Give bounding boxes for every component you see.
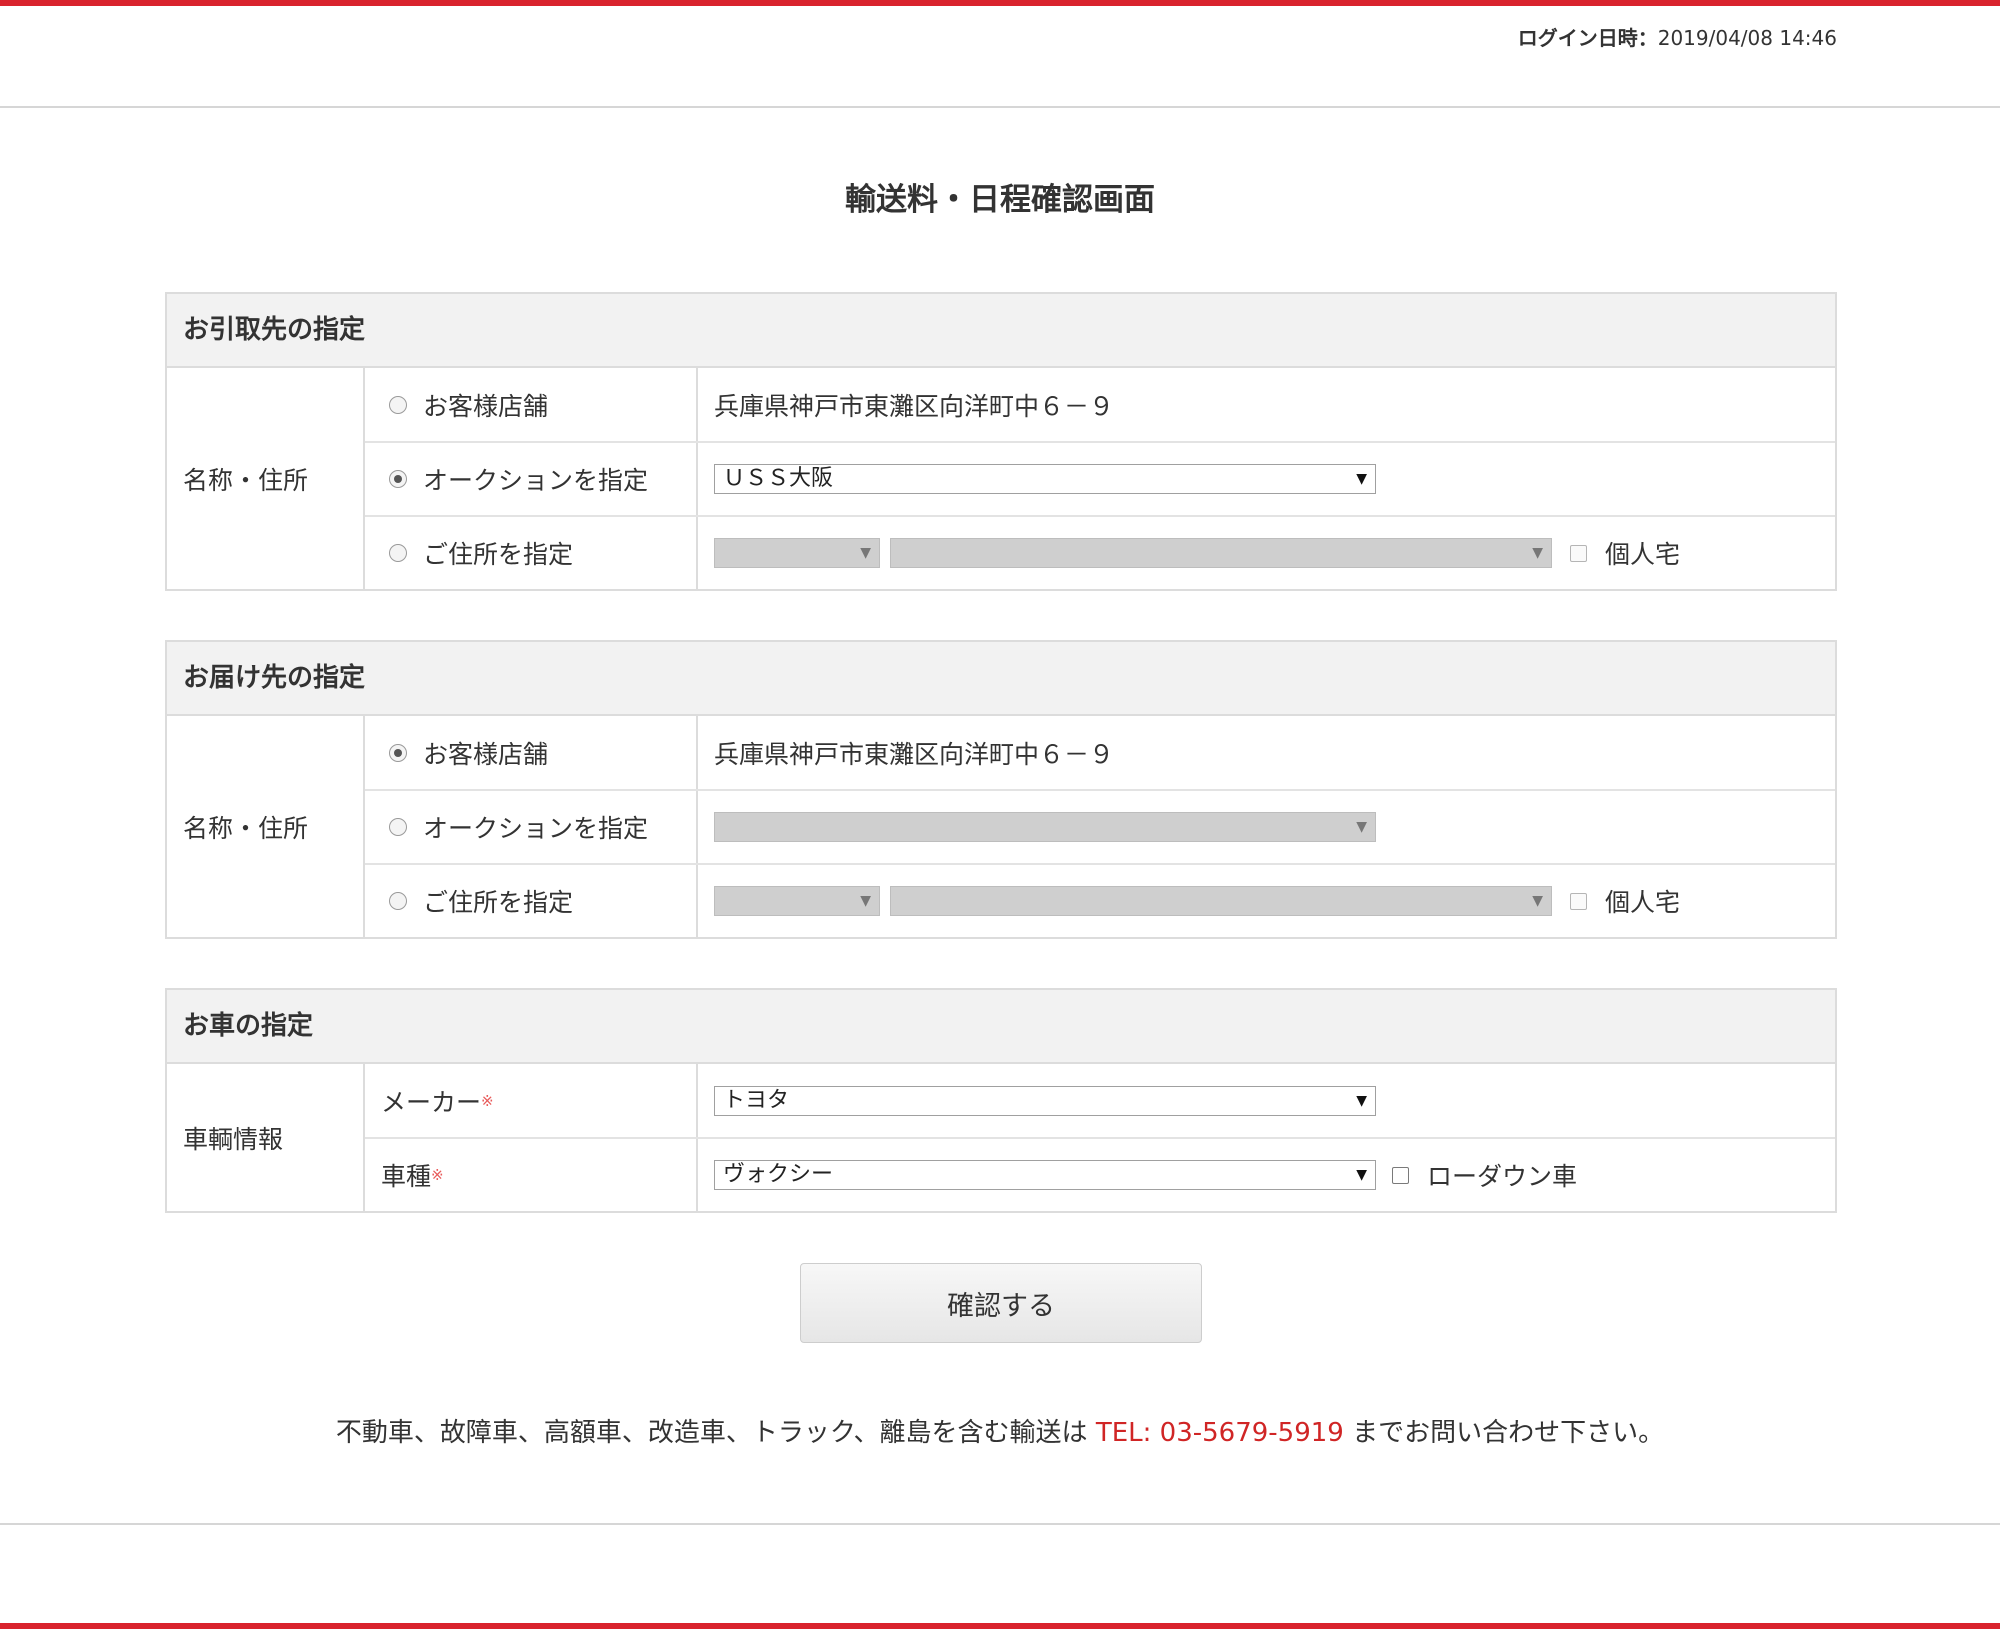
car-row-model: 車種 ※ ヴォクシー ▼ ローダウン車 (365, 1137, 1835, 1211)
model-label: 車種 (381, 1162, 432, 1191)
delivery-name-address-label: 名称・住所 (167, 716, 365, 937)
pickup-auction-value: ＵＳＳ大阪 (723, 466, 834, 491)
pickup-option-auction[interactable]: オークションを指定 (365, 443, 698, 515)
page-title: 輸送料・日程確認画面 (845, 182, 1155, 218)
maker-label-cell: メーカー ※ (365, 1064, 698, 1138)
delivery-address-label: ご住所を指定 (423, 888, 574, 917)
footer-notice: 不動車、故障車、高額車、改造車、トラック、離島を含む輸送は TEL: 03-56… (0, 1412, 2000, 1449)
chevron-down-icon: ▼ (1356, 1093, 1367, 1109)
delivery-city-select[interactable]: ▼ (890, 886, 1552, 916)
delivery-prefecture-select[interactable]: ▼ (714, 886, 880, 916)
chevron-down-icon: ▼ (860, 893, 871, 909)
login-datetime: 2019/04/08 14:46 (1657, 26, 1837, 50)
delivery-auction-radio[interactable] (389, 818, 407, 836)
login-label: ログイン日時： (1517, 26, 1658, 50)
delivery-option-store[interactable]: お客様店舗 (365, 716, 698, 790)
delivery-store-radio[interactable] (389, 744, 407, 762)
pickup-auction-radio[interactable] (389, 470, 407, 488)
delivery-private-house-checkbox[interactable] (1570, 892, 1587, 910)
delivery-section: お届け先の指定 名称・住所 お客様店舗 兵庫県神戸市東灘区向洋町中６－９ オーク… (165, 640, 1837, 939)
pickup-city-select[interactable]: ▼ (890, 538, 1552, 568)
footer-divider (0, 1523, 2000, 1525)
pickup-row-auction: オークションを指定 ＵＳＳ大阪 ▼ (365, 441, 1835, 515)
delivery-heading: お届け先の指定 (167, 642, 1835, 716)
pickup-address-radio[interactable] (389, 544, 407, 562)
pickup-store-radio[interactable] (389, 396, 407, 414)
pickup-store-address: 兵庫県神戸市東灘区向洋町中６－９ (714, 392, 1115, 421)
delivery-address-radio[interactable] (389, 892, 407, 910)
maker-label: メーカー (381, 1088, 482, 1117)
chevron-down-icon: ▼ (860, 545, 871, 561)
delivery-auction-label: オークションを指定 (423, 814, 649, 843)
delivery-private-house-label: 個人宅 (1605, 888, 1681, 917)
header-divider (0, 106, 2000, 108)
pickup-row-address: ご住所を指定 ▼ ▼ 個人宅 (365, 515, 1835, 589)
car-row-maker: メーカー ※ トヨタ ▼ (365, 1064, 1835, 1138)
login-info: ログイン日時：2019/04/08 14:46 (1518, 22, 1837, 51)
pickup-option-address[interactable]: ご住所を指定 (365, 517, 698, 589)
maker-value: トヨタ (723, 1088, 790, 1113)
footer-text-after: までお問い合わせ下さい。 (1343, 1418, 1665, 1448)
car-heading: お車の指定 (167, 990, 1835, 1064)
pickup-private-house-label: 個人宅 (1605, 540, 1681, 569)
pickup-option-store[interactable]: お客様店舗 (365, 368, 698, 442)
pickup-row-store: お客様店舗 兵庫県神戸市東灘区向洋町中６－９ (365, 368, 1835, 442)
pickup-auction-select[interactable]: ＵＳＳ大阪 ▼ (714, 464, 1376, 494)
pickup-private-house-checkbox[interactable] (1570, 544, 1587, 562)
delivery-option-auction[interactable]: オークションを指定 (365, 791, 698, 863)
chevron-down-icon: ▼ (1532, 545, 1543, 561)
model-value: ヴォクシー (723, 1162, 834, 1187)
delivery-row-store: お客様店舗 兵庫県神戸市東灘区向洋町中６－９ (365, 716, 1835, 790)
model-label-cell: 車種 ※ (365, 1139, 698, 1211)
pickup-section: お引取先の指定 名称・住所 お客様店舗 兵庫県神戸市東灘区向洋町中６－９ オーク… (165, 292, 1837, 591)
pickup-auction-label: オークションを指定 (423, 466, 649, 495)
required-mark: ※ (431, 1166, 444, 1184)
pickup-store-label: お客様店舗 (423, 392, 549, 421)
maker-select[interactable]: トヨタ ▼ (714, 1086, 1376, 1116)
delivery-option-address[interactable]: ご住所を指定 (365, 865, 698, 937)
bottom-accent-bar (0, 1623, 2000, 1629)
footer-tel-link[interactable]: TEL: 03-5679-5919 (1096, 1418, 1344, 1448)
model-select[interactable]: ヴォクシー ▼ (714, 1160, 1376, 1190)
confirm-button[interactable]: 確認する (800, 1263, 1202, 1343)
chevron-down-icon: ▼ (1356, 1167, 1367, 1183)
delivery-row-auction: オークションを指定 ▼ (365, 789, 1835, 863)
car-section: お車の指定 車輌情報 メーカー ※ トヨタ ▼ 車種 ※ ヴォクシー ▼ ローダ… (165, 988, 1837, 1213)
required-mark: ※ (481, 1092, 494, 1110)
chevron-down-icon: ▼ (1532, 893, 1543, 909)
footer-text-before: 不動車、故障車、高額車、改造車、トラック、離島を含む輸送は (335, 1418, 1096, 1448)
lowdown-label: ローダウン車 (1427, 1162, 1578, 1191)
pickup-name-address-label: 名称・住所 (167, 368, 365, 589)
pickup-prefecture-select[interactable]: ▼ (714, 538, 880, 568)
pickup-address-label: ご住所を指定 (423, 540, 574, 569)
chevron-down-icon: ▼ (1356, 471, 1367, 487)
chevron-down-icon: ▼ (1356, 819, 1367, 835)
pickup-heading: お引取先の指定 (167, 294, 1835, 368)
vehicle-info-label: 車輌情報 (167, 1064, 365, 1211)
delivery-store-label: お客様店舗 (423, 740, 549, 769)
delivery-store-address: 兵庫県神戸市東灘区向洋町中６－９ (714, 740, 1115, 769)
lowdown-checkbox[interactable] (1392, 1166, 1409, 1184)
top-accent-bar (0, 0, 2000, 6)
delivery-row-address: ご住所を指定 ▼ ▼ 個人宅 (365, 863, 1835, 937)
delivery-auction-select[interactable]: ▼ (714, 812, 1376, 842)
